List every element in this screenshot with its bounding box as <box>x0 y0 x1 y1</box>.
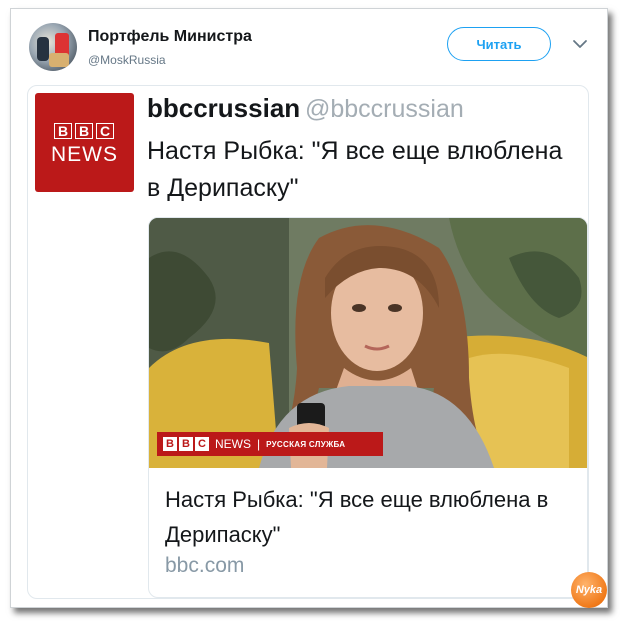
watermark-logo: Nyka <box>571 572 607 608</box>
account-handle[interactable]: @MoskRussia <box>88 53 166 67</box>
avatar-figure <box>49 53 69 67</box>
bbc-logo-news: NEWS <box>51 143 118 166</box>
avatar[interactable] <box>29 23 77 71</box>
banner-separator: | <box>257 437 261 451</box>
bbc-logo-letter: B <box>54 123 72 139</box>
link-preview-card[interactable]: B B C NEWS | РУССКАЯ СЛУЖБА Настя Рыбка:… <box>148 217 588 598</box>
tweet-container: Портфель Министра @MoskRussia Читать B B… <box>10 8 608 608</box>
bbc-news-logo[interactable]: B B C NEWS <box>35 93 134 192</box>
link-preview-domain[interactable]: bbc.com <box>165 554 244 578</box>
follow-button[interactable]: Читать <box>447 27 551 61</box>
bbc-logo-letters: B B C <box>54 123 114 139</box>
quoted-tweet-text: Настя Рыбка: "Я все еще влюблена в Дерип… <box>147 137 563 202</box>
quoted-account-name[interactable]: bbccrussian <box>147 93 300 124</box>
preview-image[interactable]: B B C NEWS | РУССКАЯ СЛУЖБА <box>149 218 587 468</box>
link-preview-title[interactable]: Настя Рыбка: "Я все еще влюблена в Дерип… <box>165 482 575 552</box>
preview-photo-illustration <box>149 218 587 468</box>
bbc-russian-service-banner: B B C NEWS | РУССКАЯ СЛУЖБА <box>157 432 383 456</box>
bbc-logo-letter: B <box>75 123 93 139</box>
avatar-figure <box>37 37 49 61</box>
banner-bbc-logo: B B C <box>163 437 209 451</box>
account-name[interactable]: Портфель Министра <box>88 28 252 46</box>
banner-news-label: NEWS <box>215 437 251 451</box>
banner-service-label: РУССКАЯ СЛУЖБА <box>266 439 346 449</box>
banner-bbc-letter: B <box>163 437 177 451</box>
banner-bbc-letter: B <box>179 437 193 451</box>
quoted-account-handle[interactable]: @bbccrussian <box>305 95 464 124</box>
bbc-logo-letter: C <box>96 123 114 139</box>
chevron-down-icon[interactable] <box>569 33 591 55</box>
banner-bbc-letter: C <box>195 437 209 451</box>
